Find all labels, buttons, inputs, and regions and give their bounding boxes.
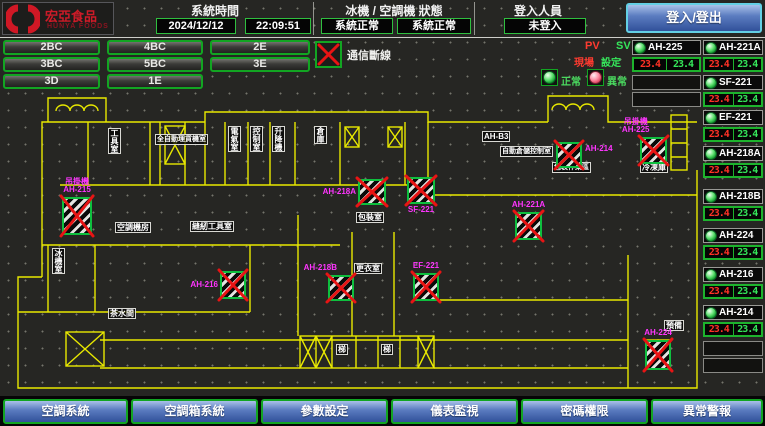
comm-loss-x-icon — [553, 139, 585, 171]
map-unit-label: AH-221A — [512, 201, 545, 209]
comm-loss-x-icon — [512, 209, 545, 243]
room-label: AH-B3 — [482, 131, 510, 142]
map-unit-AH-221A[interactable] — [515, 212, 542, 240]
room-label: 工具室 — [108, 128, 121, 154]
room-label: 梯 — [381, 344, 393, 355]
map-unit-AH-218B[interactable] — [328, 275, 354, 301]
map-unit-label: AH-218A — [323, 188, 356, 196]
map-unit-AH-218A[interactable] — [358, 179, 386, 205]
room-label: 茶水間 — [108, 308, 136, 319]
map-unit-label: 吊掛機AH-225 — [622, 118, 650, 134]
room-label: 冰機室 — [52, 248, 65, 274]
room-label: 電氣室 — [228, 126, 241, 152]
comm-loss-x-icon — [217, 268, 249, 302]
comm-loss-x-icon — [637, 134, 670, 167]
room-label: 包裝室 — [356, 212, 384, 223]
comm-loss-x-icon — [404, 174, 438, 207]
room-label: 升降機 — [272, 126, 285, 152]
map-layer: 吊掛機AH-215 AH-216 AH-218A SF-221 AH-218B EF-22… — [0, 0, 765, 426]
room-label: 倉庫 — [314, 126, 327, 144]
map-unit-AH-214[interactable] — [556, 142, 582, 168]
map-unit-EF-221[interactable] — [413, 273, 439, 301]
room-label: 控制室 — [250, 126, 263, 152]
room-label: 自動倉儲控制室 — [500, 146, 553, 157]
room-label: 空調機房 — [115, 222, 151, 233]
map-unit-SF-221[interactable] — [407, 177, 435, 204]
map-unit-label: AH-216 — [190, 281, 218, 289]
comm-loss-x-icon — [642, 337, 674, 373]
map-unit-label: EF-221 — [413, 262, 439, 270]
map-unit-label: SF-221 — [408, 206, 434, 214]
room-label: 梯 — [336, 344, 348, 355]
map-unit-AH-215[interactable] — [62, 197, 92, 235]
room-label: 縫紉工具室 — [190, 221, 234, 232]
map-unit-label: 吊掛機AH-215 — [63, 178, 91, 194]
map-unit-AH-224[interactable] — [645, 340, 671, 370]
comm-loss-x-icon — [59, 194, 95, 238]
map-unit-label: AH-218B — [304, 264, 337, 272]
comm-loss-x-icon — [355, 176, 389, 208]
map-unit-AH-216[interactable] — [220, 271, 246, 299]
map-unit-label: AH-224 — [644, 329, 672, 337]
comm-loss-x-icon — [410, 270, 442, 304]
map-unit-AH-225[interactable] — [640, 137, 667, 164]
comm-loss-x-icon — [325, 272, 357, 304]
room-label: 全自動理貨機室 — [155, 134, 208, 145]
map-unit-label: AH-214 — [585, 145, 613, 153]
room-label: 更衣室 — [354, 263, 382, 274]
